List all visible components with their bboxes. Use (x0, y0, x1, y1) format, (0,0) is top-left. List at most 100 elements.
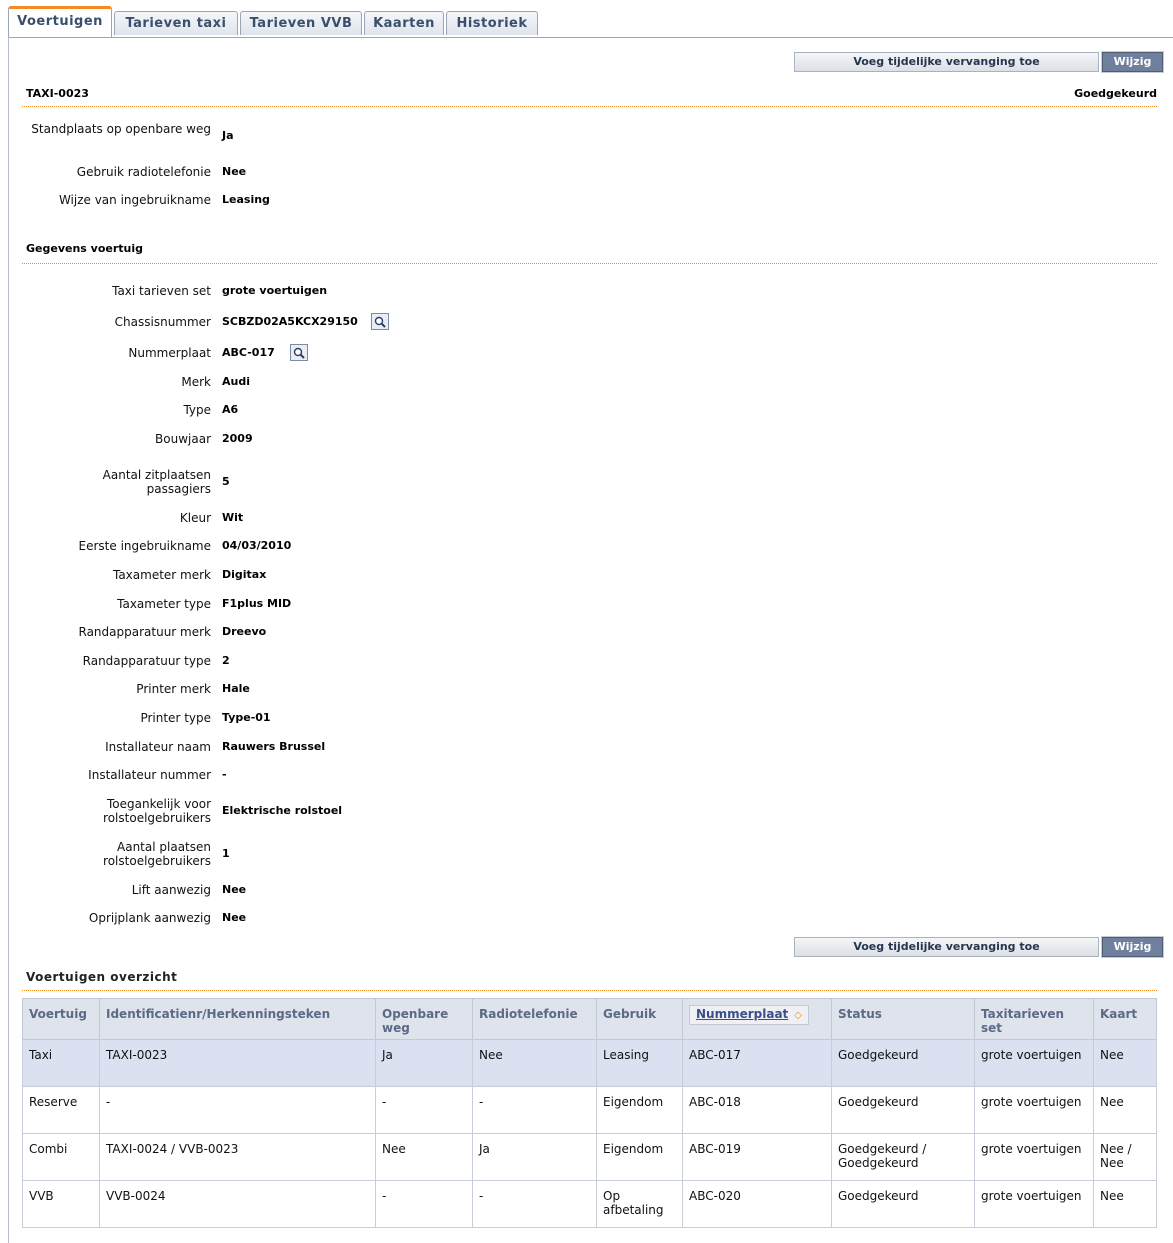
table-cell: VVB (22, 1180, 100, 1228)
table-cell: - (375, 1180, 473, 1228)
table-cell: Combi (22, 1133, 100, 1181)
table-cell: Ja (375, 1039, 473, 1087)
field-value-bouwjaar: 2009 (222, 432, 253, 445)
divider (22, 106, 1157, 107)
field-value-installateur-nummer: - (222, 768, 227, 781)
field-value-plaatsen-rolstoel: 1 (222, 847, 230, 860)
table-cell: Op afbetaling (596, 1180, 683, 1228)
column-header-taxitarieven-set[interactable]: Taxitarieven set (974, 998, 1094, 1040)
add-replacement-button-top[interactable]: Voeg tijdelijke vervanging toe (794, 52, 1099, 72)
table-row[interactable]: Combi TAXI-0024 / VVB-0023 Nee Ja Eigend… (22, 1133, 1157, 1181)
chassis-lookup-button[interactable] (371, 313, 389, 330)
details-section-title: Gegevens voertuig (26, 242, 144, 255)
table-cell: Goedgekeurd / Goedgekeurd (831, 1133, 975, 1181)
table-cell: Leasing (596, 1039, 683, 1087)
column-header-kaart[interactable]: Kaart (1093, 998, 1157, 1040)
field-value-eerste-ingebruikname: 04/03/2010 (222, 539, 292, 552)
sort-arrow-icon: ◇ (794, 1010, 802, 1021)
column-header-gebruik[interactable]: Gebruik (596, 998, 683, 1040)
table-row[interactable]: VVB VVB-0024 - - Op afbetaling ABC-020 G… (22, 1180, 1157, 1228)
table-cell: ABC-019 (682, 1133, 832, 1181)
table-cell: Goedgekeurd (831, 1039, 975, 1087)
field-value-nummerplaat: ABC-017 (222, 346, 275, 359)
table-cell: VVB-0024 (99, 1180, 376, 1228)
table-cell: Nee (1093, 1039, 1157, 1087)
table-cell: - (472, 1086, 597, 1134)
table-row[interactable]: Reserve - - - Eigendom ABC-018 Goedgekeu… (22, 1086, 1157, 1134)
vehicle-status: Goedgekeurd (1074, 87, 1157, 100)
table-cell: ABC-020 (682, 1180, 832, 1228)
table-cell: Goedgekeurd (831, 1086, 975, 1134)
column-header-openbare-weg[interactable]: Openbare weg (375, 998, 473, 1040)
table-cell: Nee (472, 1039, 597, 1087)
field-label-radiotelefonie: Gebruik radiotelefonie (76, 165, 211, 179)
table-cell: ABC-018 (682, 1086, 832, 1134)
tab-voertuigen[interactable]: Voertuigen (8, 6, 112, 37)
tab-historiek[interactable]: Historiek (446, 11, 538, 35)
field-value-ingebruikname: Leasing (222, 193, 270, 206)
table-cell: Ja (472, 1133, 597, 1181)
divider (22, 990, 1157, 991)
sort-link-nummerplaat[interactable]: Nummerplaat (696, 1007, 788, 1021)
column-header-identificatie[interactable]: Identificatienr/Herkenningsteken (99, 998, 376, 1040)
field-value-kleur: Wit (222, 511, 244, 524)
field-label-lift: Lift aanwezig (131, 883, 211, 897)
field-value-radiotelefonie: Nee (222, 165, 247, 178)
field-value-type: A6 (222, 403, 239, 416)
vehicles-table: Voertuig Identificatienr/Herkenningsteke… (22, 998, 1157, 1228)
column-header-nummerplaat[interactable]: Nummerplaat ◇ (682, 998, 832, 1040)
table-cell: grote voertuigen (974, 1039, 1094, 1087)
table-cell: Goedgekeurd (831, 1180, 975, 1228)
field-value-zitplaatsen: 5 (222, 475, 230, 488)
field-label-eerste-ingebruikname: Eerste ingebruikname (78, 539, 211, 553)
table-cell: Nee (1093, 1086, 1157, 1134)
table-header-row: Voertuig Identificatienr/Herkenningsteke… (22, 998, 1157, 1040)
table-cell: TAXI-0024 / VVB-0023 (99, 1133, 376, 1181)
field-label-installateur-nummer: Installateur nummer (88, 768, 211, 782)
tab-tarieven-taxi[interactable]: Tarieven taxi (114, 11, 238, 35)
table-cell: - (472, 1180, 597, 1228)
table-cell: Reserve (22, 1086, 100, 1134)
field-value-standplaats: Ja (222, 129, 234, 142)
field-value-tarieven-set: grote voertuigen (222, 284, 328, 297)
column-header-status[interactable]: Status (831, 998, 975, 1040)
field-value-randapparatuur-type: 2 (222, 654, 230, 667)
edit-button-bottom[interactable]: Wijzig (1101, 936, 1164, 958)
table-cell: Nee (1093, 1180, 1157, 1228)
column-header-voertuig[interactable]: Voertuig (22, 998, 100, 1040)
field-label-merk: Merk (181, 375, 211, 389)
table-cell: Nee / Nee (1093, 1133, 1157, 1181)
field-label-chassisnummer: Chassisnummer (114, 315, 211, 329)
field-label-nummerplaat: Nummerplaat (128, 346, 211, 360)
field-value-taxameter-type: F1plus MID (222, 597, 292, 610)
field-label-zitplaatsen: Aantal zitplaatsen passagiers (102, 468, 211, 496)
tab-kaarten[interactable]: Kaarten (364, 11, 444, 35)
field-label-taxameter-merk: Taxameter merk (112, 568, 211, 582)
field-label-tarieven-set: Taxi tarieven set (112, 284, 211, 298)
edit-button-top[interactable]: Wijzig (1101, 51, 1164, 73)
field-value-taxameter-merk: Digitax (222, 568, 267, 581)
overview-title: Voertuigen overzicht (26, 970, 178, 984)
table-cell: grote voertuigen (974, 1133, 1094, 1181)
field-value-printer-merk: Hale (222, 682, 250, 695)
field-label-installateur-naam: Installateur naam (105, 740, 211, 754)
plate-lookup-button[interactable] (290, 344, 308, 361)
field-value-merk: Audi (222, 375, 250, 388)
table-row[interactable]: Taxi TAXI-0023 Ja Nee Leasing ABC-017 Go… (22, 1039, 1157, 1087)
table-cell: Eigendom (596, 1133, 683, 1181)
add-replacement-button-bottom[interactable]: Voeg tijdelijke vervanging toe (794, 937, 1099, 957)
field-label-taxameter-type: Taxameter type (117, 597, 211, 611)
field-label-oprijplank: Oprijplank aanwezig (88, 911, 211, 925)
tab-tarieven-vvb[interactable]: Tarieven VVB (240, 11, 362, 35)
column-header-radiotelefonie[interactable]: Radiotelefonie (472, 998, 597, 1040)
field-label-randapparatuur-type: Randapparatuur type (82, 654, 211, 668)
field-value-chassisnummer: SCBZD02A5KCX29150 (222, 315, 358, 328)
table-cell: TAXI-0023 (99, 1039, 376, 1087)
sort-control[interactable]: Nummerplaat ◇ (689, 1005, 809, 1025)
field-label-printer-merk: Printer merk (136, 682, 211, 696)
field-value-lift: Nee (222, 883, 247, 896)
table-cell: Eigendom (596, 1086, 683, 1134)
field-label-plaatsen-rolstoel: Aantal plaatsen rolstoelgebruikers (103, 840, 211, 868)
table-cell: grote voertuigen (974, 1180, 1094, 1228)
divider (22, 263, 1157, 264)
